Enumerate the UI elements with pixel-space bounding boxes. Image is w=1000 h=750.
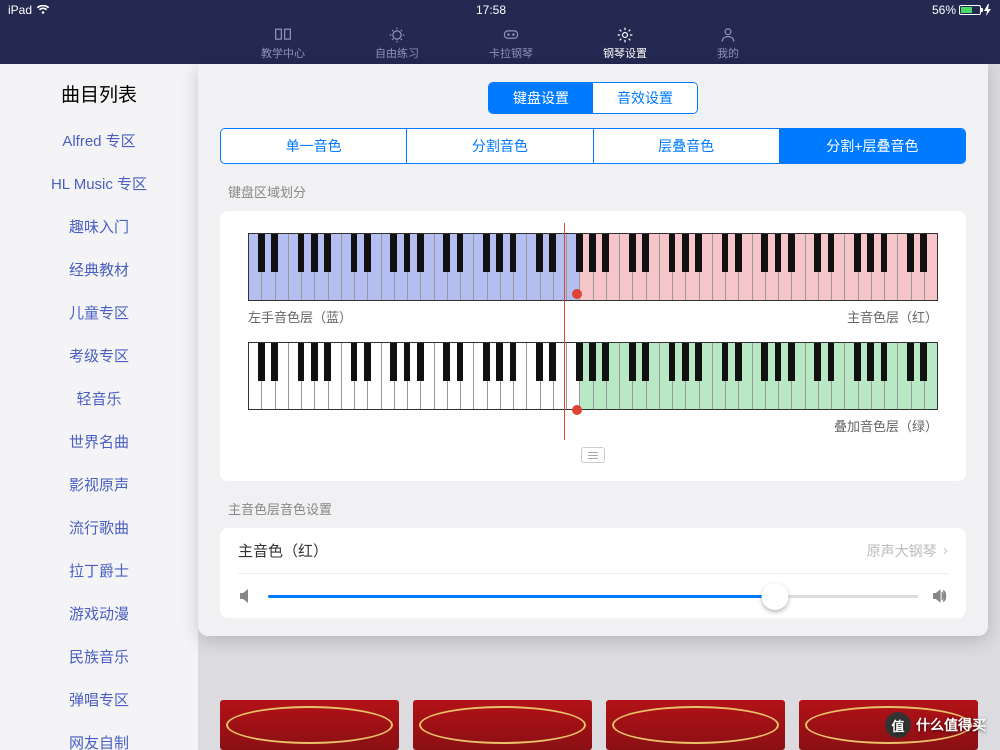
sidebar-item[interactable]: 趣味入门: [0, 205, 198, 248]
device-label: iPad: [8, 3, 32, 17]
label-overlay-layer: 叠加音色层（绿）: [248, 416, 938, 435]
nav-icon: [717, 26, 739, 44]
settings-modal: 键盘设置 音效设置 单一音色 分割音色 层叠音色 分割+层叠音色 键盘区域划分 …: [198, 64, 988, 636]
nav-icon: [272, 26, 294, 44]
tone-segment: 单一音色 分割音色 层叠音色 分割+层叠音色: [220, 128, 966, 164]
song-thumbnails: [220, 700, 978, 750]
keyboard-lower[interactable]: [248, 342, 938, 410]
nav-icon: [386, 26, 408, 44]
sidebar-item[interactable]: 流行歌曲: [0, 506, 198, 549]
sidebar-title: 曲目列表: [0, 64, 198, 119]
volume-max-icon: [932, 588, 948, 604]
watermark-text: 什么值得买: [916, 715, 986, 735]
nav-item-3[interactable]: 钢琴设置: [603, 26, 647, 61]
status-bar: iPad 17:58 56%: [0, 0, 1000, 20]
song-thumbnail[interactable]: [606, 700, 785, 750]
nav-bar: 教学中心 自由练习 卡拉钢琴 钢琴设置 我的: [0, 20, 1000, 64]
sidebar-item[interactable]: 儿童专区: [0, 291, 198, 334]
main-tone-label: 主音色（红）: [238, 540, 867, 561]
keyboard-zones-card: 左手音色层（蓝） 主音色层（红） 叠加音色层（绿）: [220, 211, 966, 481]
battery-icon: [959, 5, 981, 15]
slider-thumb[interactable]: [762, 583, 789, 610]
sidebar-item[interactable]: HL Music 专区: [0, 162, 198, 205]
volume-slider[interactable]: [268, 595, 918, 598]
sidebar-item[interactable]: 弹唱专区: [0, 678, 198, 721]
sidebar-item[interactable]: 经典教材: [0, 248, 198, 291]
charging-icon: [984, 4, 992, 16]
nav-item-1[interactable]: 自由练习: [375, 26, 419, 61]
section-main-tone: 主音色层音色设置: [228, 499, 988, 518]
section-keyboard-zones: 键盘区域划分: [228, 182, 988, 201]
main-segment: 键盘设置 音效设置: [488, 82, 698, 114]
tab-sound-settings[interactable]: 音效设置: [593, 83, 697, 113]
sidebar-item[interactable]: 拉丁爵士: [0, 549, 198, 592]
label-left-layer: 左手音色层（蓝）: [248, 307, 352, 326]
tone-tab-split[interactable]: 分割音色: [407, 129, 593, 163]
sidebar-item[interactable]: 游戏动漫: [0, 592, 198, 635]
clock: 17:58: [50, 3, 932, 17]
watermark: 值 什么值得买: [885, 712, 986, 738]
drag-handle[interactable]: [581, 447, 605, 463]
watermark-badge-icon: 值: [885, 712, 911, 738]
content-area: 键盘设置 音效设置 单一音色 分割音色 层叠音色 分割+层叠音色 键盘区域划分 …: [198, 64, 1000, 750]
nav-item-0[interactable]: 教学中心: [261, 26, 305, 61]
split-dot-lower[interactable]: [572, 405, 582, 415]
nav-item-2[interactable]: 卡拉钢琴: [489, 26, 533, 61]
song-thumbnail[interactable]: [220, 700, 399, 750]
volume-row: [238, 574, 948, 618]
sidebar-item[interactable]: 轻音乐: [0, 377, 198, 420]
split-dot-upper[interactable]: [572, 289, 582, 299]
keyboard-upper[interactable]: [248, 233, 938, 301]
battery-pct: 56%: [932, 3, 956, 17]
tab-keyboard-settings[interactable]: 键盘设置: [489, 83, 593, 113]
main-tone-row[interactable]: 主音色（红） 原声大钢琴 ›: [238, 528, 948, 574]
label-main-layer: 主音色层（红）: [847, 307, 938, 326]
nav-icon: [614, 26, 636, 44]
tone-tab-layer[interactable]: 层叠音色: [594, 129, 780, 163]
main-tone-value: 原声大钢琴: [867, 541, 937, 561]
sidebar-item[interactable]: Alfred 专区: [0, 119, 198, 162]
tone-settings-card: 主音色（红） 原声大钢琴 ›: [220, 528, 966, 618]
sidebar-item[interactable]: 网友自制: [0, 721, 198, 750]
volume-min-icon: [238, 588, 254, 604]
tone-tab-split-layer[interactable]: 分割+层叠音色: [780, 129, 965, 163]
sidebar-item[interactable]: 民族音乐: [0, 635, 198, 678]
tone-tab-single[interactable]: 单一音色: [221, 129, 407, 163]
split-line[interactable]: [564, 223, 565, 440]
nav-icon: [500, 26, 522, 44]
sidebar-item[interactable]: 影视原声: [0, 463, 198, 506]
song-thumbnail[interactable]: [413, 700, 592, 750]
chevron-right-icon: ›: [943, 542, 948, 560]
sidebar-item[interactable]: 考级专区: [0, 334, 198, 377]
nav-item-4[interactable]: 我的: [717, 26, 739, 61]
sidebar-item[interactable]: 世界名曲: [0, 420, 198, 463]
sidebar: 曲目列表 Alfred 专区HL Music 专区趣味入门经典教材儿童专区考级专…: [0, 64, 198, 750]
wifi-icon: [36, 5, 50, 15]
